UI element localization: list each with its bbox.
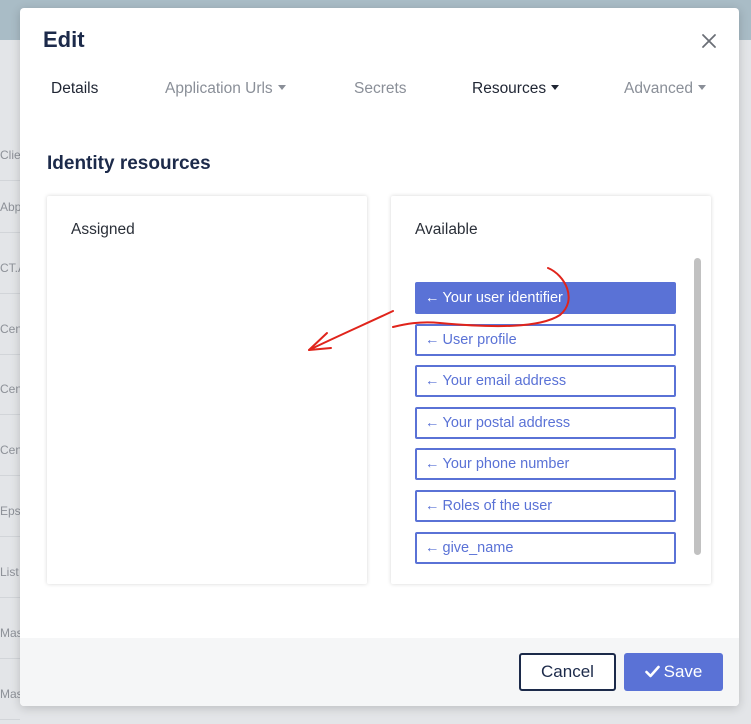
tab-application-urls[interactable]: Application Urls — [165, 80, 286, 98]
arrow-left-icon: ← — [425, 456, 440, 473]
tab-details[interactable]: Details — [51, 80, 98, 98]
tab-resources[interactable]: Resources — [472, 80, 560, 98]
background-row-divider — [0, 719, 20, 720]
background-row-text: CT.A — [0, 261, 20, 275]
background-row-text: Cen — [0, 443, 20, 457]
save-button[interactable]: Save — [624, 653, 723, 691]
arrow-left-icon: ← — [425, 373, 440, 390]
tab-bar: Details Application Urls Secrets Resourc… — [20, 80, 739, 104]
background-row-text: List — [0, 565, 19, 579]
list-item-label: Your phone number — [442, 456, 570, 473]
tab-advanced[interactable]: Advanced — [624, 80, 706, 98]
available-list-item[interactable]: ← give_name — [415, 531, 676, 564]
save-label: Save — [663, 662, 703, 681]
tab-label: Advanced — [624, 80, 693, 97]
arrow-left-icon: ← — [425, 331, 440, 348]
background-row-divider — [0, 658, 20, 659]
available-list-item[interactable]: ← Roles of the user — [415, 490, 676, 522]
available-list-item[interactable]: ← Your phone number — [415, 448, 676, 481]
background-row-divider — [0, 597, 20, 598]
scrollbar[interactable] — [694, 258, 701, 555]
available-list-item[interactable]: ← Your user identifier — [415, 282, 676, 314]
available-list-item[interactable]: ← User profile — [415, 323, 676, 356]
list-item-label: give_name — [442, 539, 514, 556]
background-row-text: Cen — [0, 322, 20, 336]
background-row-text: Cen — [0, 382, 20, 396]
tab-label: Secrets — [354, 80, 407, 97]
caret-down-icon — [551, 85, 560, 90]
section-title: Identity resources — [47, 153, 211, 174]
list-item-label: User profile — [442, 331, 517, 348]
caret-down-icon — [277, 85, 286, 90]
list-item-label: Roles of the user — [442, 498, 553, 514]
list-item-label: Your postal address — [442, 414, 571, 431]
cancel-button[interactable]: Cancel — [519, 653, 616, 691]
background-row-text: Mas — [0, 626, 20, 640]
modal-title: Edit — [43, 27, 85, 52]
edit-modal: Edit Details Application Urls Secrets Re… — [20, 8, 739, 706]
background-row-divider — [0, 180, 20, 181]
available-label: Available — [415, 221, 478, 238]
check-icon — [644, 665, 660, 678]
background-row-text: Eps — [0, 504, 20, 518]
caret-down-icon — [697, 85, 706, 90]
tab-label: Application Urls — [165, 80, 273, 97]
tab-label: Details — [51, 80, 99, 97]
arrow-left-icon: ← — [425, 290, 440, 306]
available-list-item[interactable]: ← Your email address — [415, 365, 676, 398]
background-row-divider — [0, 536, 20, 537]
tab-label: Resources — [472, 80, 547, 97]
list-item-label: Your email address — [442, 373, 567, 390]
background-row-divider — [0, 293, 20, 294]
background-row-divider — [0, 354, 20, 355]
background-row-text: Mas — [0, 687, 20, 701]
close-button[interactable] — [698, 30, 720, 52]
arrow-left-icon: ← — [425, 414, 440, 431]
close-icon — [702, 34, 716, 48]
background-row-divider — [0, 475, 20, 476]
available-panel: Available ← Your user identifier ← User pro… — [391, 196, 711, 584]
list-item-label: Your user identifier — [442, 290, 563, 306]
tab-secrets[interactable]: Secrets — [354, 80, 407, 98]
background-row-divider — [0, 414, 20, 415]
assigned-panel[interactable]: Assigned — [47, 196, 367, 584]
background-row-text: Abp — [0, 200, 20, 214]
available-list-item[interactable]: ← Your postal address — [415, 406, 676, 439]
background-row-text: Clie — [0, 148, 20, 162]
background-row-divider — [0, 232, 20, 233]
arrow-left-icon: ← — [425, 539, 440, 556]
arrow-left-icon: ← — [425, 498, 440, 514]
assigned-label: Assigned — [71, 221, 135, 238]
